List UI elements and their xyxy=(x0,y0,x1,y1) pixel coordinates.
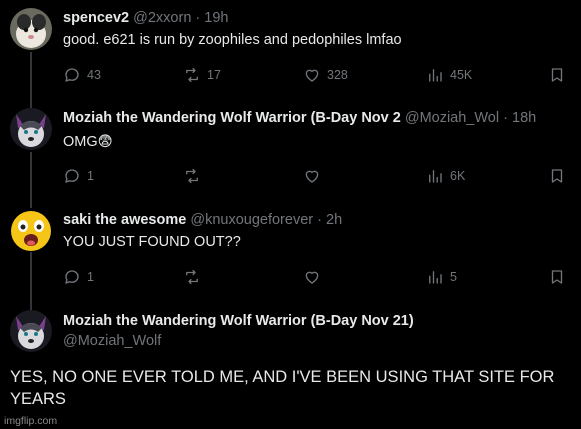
tweet-text: YOU JUST FOUND OUT?? xyxy=(63,234,241,250)
repost-button[interactable]: 17 xyxy=(183,65,221,85)
tweet[interactable]: spencev2 @2xxorn · 19h good. e621 is run… xyxy=(0,0,581,100)
heart-icon xyxy=(305,271,319,284)
avatar[interactable] xyxy=(10,8,52,50)
repost-icon xyxy=(186,269,198,285)
reply-button[interactable]: 43 xyxy=(63,65,101,85)
timestamp[interactable]: 2h xyxy=(326,212,342,228)
tweet-header: spencev2 @2xxorn · 19h xyxy=(63,8,575,28)
user-handle[interactable]: @Moziah_Wol xyxy=(405,110,499,126)
reply-button[interactable]: 1 xyxy=(63,267,94,287)
tweet-text: OMG😨 xyxy=(63,134,113,150)
reply-button[interactable]: 1 xyxy=(63,166,94,186)
reply-count: 43 xyxy=(87,68,101,82)
tweet-header: Moziah the Wandering Wolf Warrior (B-Day… xyxy=(63,311,575,331)
timestamp[interactable]: 18h xyxy=(512,110,536,126)
repost-icon xyxy=(186,67,198,83)
separator: · xyxy=(503,110,508,126)
separator: · xyxy=(195,10,201,26)
tweet-text: good. e621 is run by zoophiles and pedop… xyxy=(63,32,402,48)
tweet-header: Moziah the Wandering Wolf Warrior (B-Day… xyxy=(63,108,575,128)
user-handle[interactable]: @knuxougeforever xyxy=(190,212,313,228)
action-bar: 1 6K xyxy=(63,166,571,186)
like-button[interactable] xyxy=(303,267,327,287)
avatar[interactable] xyxy=(10,108,52,150)
watermark: imgflip.com xyxy=(4,415,58,427)
view-count: 5 xyxy=(450,270,457,284)
bookmark-button[interactable] xyxy=(548,267,572,287)
repost-button[interactable] xyxy=(183,267,207,287)
views-icon xyxy=(429,170,442,183)
tweet-header: saki the awesome @knuxougeforever · 2h xyxy=(63,210,575,230)
display-name[interactable]: Moziah the Wandering Wolf Warrior (B-Day… xyxy=(63,110,401,126)
display-name[interactable]: Moziah the Wandering Wolf Warrior (B-Day… xyxy=(63,313,414,329)
reply-count: 1 xyxy=(87,169,94,183)
tweet[interactable]: saki the awesome @knuxougeforever · 2h Y… xyxy=(0,200,581,300)
avatar[interactable] xyxy=(10,310,52,352)
view-count: 6K xyxy=(450,169,466,183)
avatar[interactable] xyxy=(10,210,52,252)
action-bar: 43 17 328 45K xyxy=(63,65,571,85)
reply-icon xyxy=(65,68,79,82)
bookmark-button[interactable] xyxy=(548,65,572,85)
reply-icon xyxy=(65,270,79,284)
like-button[interactable] xyxy=(303,166,327,186)
view-count: 45K xyxy=(450,68,473,82)
bookmark-button[interactable] xyxy=(548,166,572,186)
views-button[interactable]: 6K xyxy=(426,166,465,186)
bookmark-icon xyxy=(551,270,563,284)
views-button[interactable]: 45K xyxy=(426,65,472,85)
focused-tweet-text: YES, NO ONE EVER TOLD ME, AND I'VE BEEN … xyxy=(10,368,555,408)
tweet-subheader: @Moziah_Wolf xyxy=(63,331,575,351)
like-button[interactable]: 328 xyxy=(303,65,348,85)
reply-icon xyxy=(65,169,79,183)
like-count: 328 xyxy=(327,68,348,82)
user-handle[interactable]: @Moziah_Wolf xyxy=(63,333,161,349)
bookmark-icon xyxy=(551,169,563,183)
display-name[interactable]: saki the awesome xyxy=(63,212,186,228)
views-icon xyxy=(429,69,442,82)
reply-count: 1 xyxy=(87,270,94,284)
heart-icon xyxy=(305,69,319,82)
separator: · xyxy=(317,212,322,228)
bookmark-icon xyxy=(551,68,563,82)
tweet[interactable]: Moziah the Wandering Wolf Warrior (B-Day… xyxy=(0,100,581,200)
views-icon xyxy=(429,271,442,284)
repost-icon xyxy=(186,168,198,184)
repost-count: 17 xyxy=(207,68,221,82)
user-handle[interactable]: @2xxorn xyxy=(133,10,191,26)
timestamp[interactable]: 19h xyxy=(204,10,228,26)
views-button[interactable]: 5 xyxy=(426,267,457,287)
display-name[interactable]: spencev2 xyxy=(63,10,129,26)
repost-button[interactable] xyxy=(183,166,207,186)
heart-icon xyxy=(305,170,319,183)
action-bar: 1 5 xyxy=(63,267,571,287)
